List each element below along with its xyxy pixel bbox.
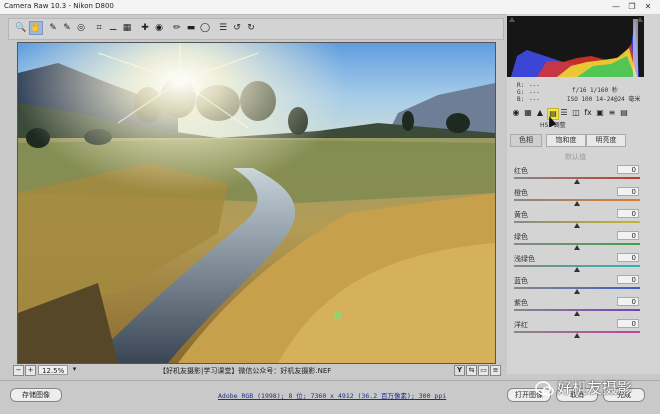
zoom-out-button[interactable]: − <box>13 365 24 376</box>
tab-luminance[interactable]: 明亮度 <box>586 134 626 147</box>
g-value: --- <box>529 89 540 96</box>
radial-filter-icon[interactable]: ◯ <box>199 22 211 34</box>
swap-settings-icon[interactable]: ⇆ <box>466 365 477 376</box>
slider-label: 橙色 <box>514 189 528 197</box>
slider-value-input[interactable]: 0 <box>617 231 639 240</box>
before-after-icon[interactable]: Y <box>454 365 465 376</box>
iso-lens: ISO 100 14-24@24 毫米 <box>567 96 641 103</box>
histogram <box>507 16 644 77</box>
slider-value-input[interactable]: 0 <box>617 253 639 262</box>
close-icon[interactable]: ✕ <box>642 1 654 12</box>
panel-tabs: ◉ ▦ ▲ ▤ ☰ ◫ fx ▣ ≡ ▤ <box>508 108 656 120</box>
adjustment-brush-icon[interactable]: ✏ <box>171 22 183 34</box>
shadow-clipping-icon[interactable] <box>509 17 515 22</box>
zoom-dropdown-icon[interactable]: ▾ <box>70 365 79 374</box>
slider-thumb[interactable] <box>574 333 580 338</box>
zoom-icon[interactable]: 🔍 <box>15 22 27 34</box>
crop-icon[interactable]: ⌗ <box>93 22 105 34</box>
save-image-button[interactable]: 存储图像 <box>10 388 62 402</box>
graduated-filter-icon[interactable]: ▬ <box>185 22 197 34</box>
r-label: R: <box>517 82 525 89</box>
toggle-default-icon[interactable]: ≡ <box>490 365 501 376</box>
tone-curve-icon[interactable]: ▦ <box>523 108 533 118</box>
workflow-options-link[interactable]: Adobe RGB (1998); 8 位; 7360 x 4912 (36.2… <box>218 390 446 400</box>
slider-thumb[interactable] <box>574 223 580 228</box>
tab-saturation[interactable]: 饱和度 <box>546 134 586 147</box>
wechat-icon <box>535 381 554 396</box>
slider-label: 黄色 <box>514 211 528 219</box>
target-adjust-icon[interactable]: ◎ <box>75 22 87 34</box>
slider-label: 红色 <box>514 167 528 175</box>
zoom-level[interactable]: 12.5% <box>38 365 68 375</box>
image-preview[interactable] <box>17 42 496 364</box>
detail-icon[interactable]: ▲ <box>535 108 545 118</box>
eyedropper-icon[interactable]: ✎ <box>47 22 59 34</box>
slider-thumb[interactable] <box>574 289 580 294</box>
rotate-cw-icon[interactable]: ↻ <box>245 22 257 34</box>
snapshots-icon[interactable]: ▤ <box>619 108 629 118</box>
aperture-shutter: f/16 1/160 秒 <box>572 87 618 94</box>
split-toning-icon[interactable]: ☰ <box>559 108 569 118</box>
lens-icon[interactable]: ◫ <box>571 108 581 118</box>
transform-icon[interactable]: ▦ <box>121 22 133 34</box>
slider-value-input[interactable]: 0 <box>617 209 639 218</box>
color-sampler-icon[interactable]: ✎ <box>61 22 73 34</box>
camera-calibration-icon[interactable]: ▣ <box>595 108 605 118</box>
window-title: Camera Raw 10.3 - Nikon D800 <box>4 2 114 10</box>
hand-icon[interactable]: ✋ <box>29 21 43 35</box>
rotate-ccw-icon[interactable]: ↺ <box>231 22 243 34</box>
slider-thumb[interactable] <box>574 267 580 272</box>
status-bar: − + 12.5% ▾ 【好机友摄影|学习课堂】微信公众号：好机友摄影.NEF … <box>8 365 505 378</box>
spot-removal-icon[interactable]: ✚ <box>139 22 151 34</box>
slider-label: 紫色 <box>514 299 528 307</box>
copy-settings-icon[interactable]: ▭ <box>478 365 489 376</box>
tab-hue[interactable]: 色相 <box>510 134 542 147</box>
red-eye-icon[interactable]: ◉ <box>153 22 165 34</box>
slider-thumb[interactable] <box>574 245 580 250</box>
hsl-subtabs: 色相 饱和度 明亮度 <box>510 134 654 147</box>
g-label: G: <box>517 89 525 96</box>
b-value: --- <box>529 96 540 103</box>
preferences-icon[interactable]: ☰ <box>217 22 229 34</box>
slider-value-input[interactable]: 0 <box>617 319 639 328</box>
slider-label: 洋红 <box>514 321 528 329</box>
slider-thumb[interactable] <box>574 311 580 316</box>
basic-icon[interactable]: ◉ <box>511 108 521 118</box>
effects-icon[interactable]: fx <box>583 108 593 118</box>
zoom-in-button[interactable]: + <box>25 365 36 376</box>
slider-label: 蓝色 <box>514 277 528 285</box>
slider-value-input[interactable]: 0 <box>617 297 639 306</box>
highlight-clipping-icon[interactable] <box>637 17 643 22</box>
slider-label: 绿色 <box>514 233 528 241</box>
presets-icon[interactable]: ≡ <box>607 108 617 118</box>
tool-bar: 🔍 ✋ ✎ ✎ ◎ ⌗ ⚊ ▦ ✚ ◉ ✏ ▬ ◯ ☰ ↺ ↻ <box>8 18 504 40</box>
default-button[interactable]: 默认值 <box>565 152 586 162</box>
slider-value-input[interactable]: 0 <box>617 187 639 196</box>
file-name: 【好机友摄影|学习课堂】微信公众号：好机友摄影.NEF <box>159 367 332 375</box>
restore-icon[interactable]: ❐ <box>626 1 638 12</box>
slider-value-input[interactable]: 0 <box>617 275 639 284</box>
b-label: B: <box>517 96 525 103</box>
r-value: --- <box>529 82 540 89</box>
slider-thumb[interactable] <box>574 201 580 206</box>
window-titlebar: Camera Raw 10.3 - Nikon D800 — ❐ ✕ <box>0 0 660 15</box>
slider-thumb[interactable] <box>574 179 580 184</box>
watermark: 好机友摄影 <box>533 375 658 403</box>
minimize-icon[interactable]: — <box>610 1 622 12</box>
straighten-icon[interactable]: ⚊ <box>107 22 119 34</box>
watermark-text: 好机友摄影 <box>557 379 633 397</box>
slider-value-input[interactable]: 0 <box>617 165 639 174</box>
camera-info: R: --- G: --- B: --- f/16 1/160 秒 ISO 10… <box>507 80 657 106</box>
panel-section-title: HSL 调整 <box>540 122 566 129</box>
slider-label: 浅绿色 <box>514 255 535 263</box>
landscape-photo <box>18 43 495 363</box>
